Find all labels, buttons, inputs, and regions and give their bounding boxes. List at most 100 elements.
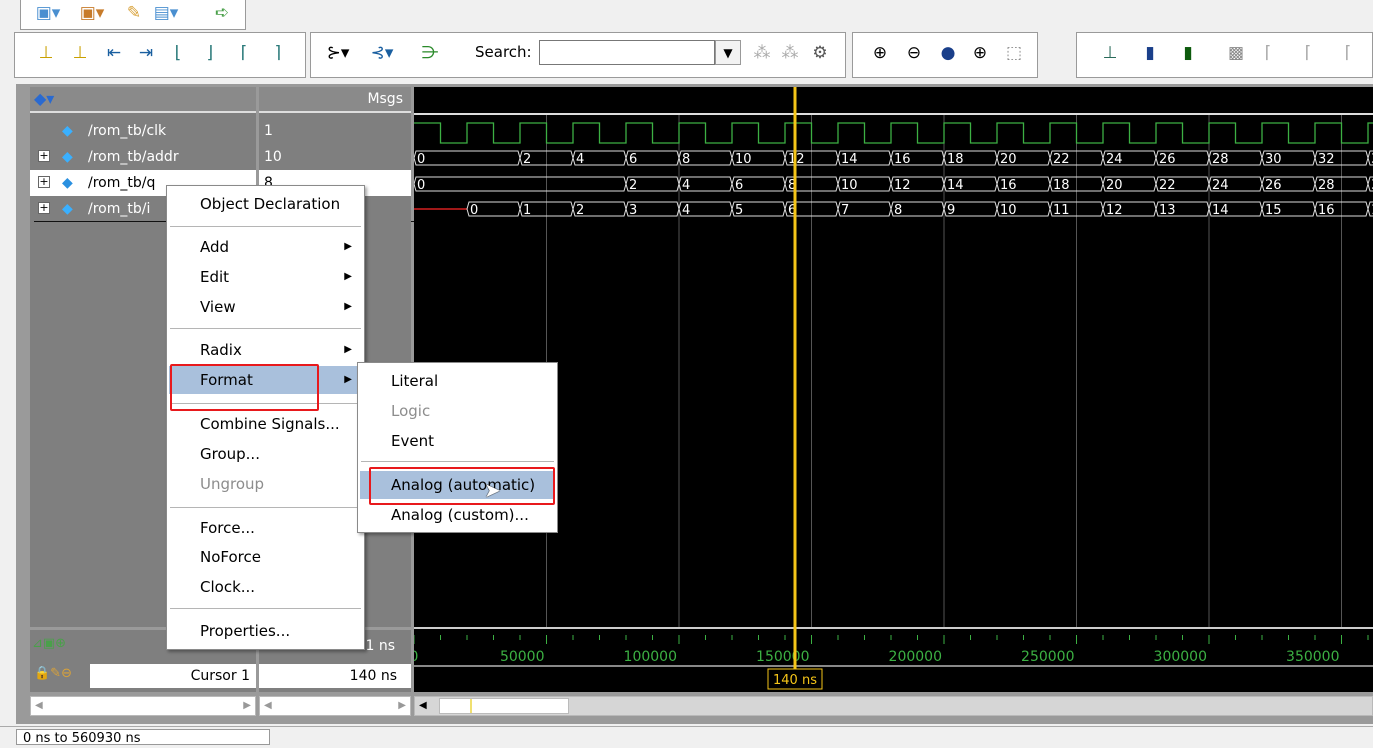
wave-format-fill-icon[interactable]: ▮ (1175, 43, 1201, 63)
menu-item-radix[interactable]: Radix ▶ (169, 336, 362, 364)
submenu-item-literal[interactable]: Literal (360, 367, 555, 395)
add-cursor-icon[interactable]: ⊿▣⊕ (32, 636, 66, 651)
lock-cursor-icon[interactable]: 🔒✎⊖ (34, 666, 72, 681)
signal-name: /rom_tb/addr (88, 149, 179, 165)
menu-item-group[interactable]: Group... (169, 440, 362, 468)
zoom-full-icon[interactable]: ● (935, 43, 961, 63)
bus-value-label: 9 (947, 203, 955, 218)
signal-diamond-icon: ◆ (62, 123, 73, 139)
ruler-label: 250000 (1021, 649, 1074, 665)
ruler-label: 150000 (756, 649, 809, 665)
bus-value-label: 0 (417, 178, 425, 193)
wave-format-line-icon[interactable]: ⊥ (1097, 43, 1123, 63)
menu-item-noforce[interactable]: NoForce (169, 543, 362, 571)
menu-item-add[interactable]: Add ▶ (169, 233, 362, 261)
cursor-name-field[interactable]: Cursor 1 (90, 664, 256, 688)
names-hscrollbar[interactable]: ◀ ▶ (30, 696, 256, 716)
zoom-cursor-icon[interactable]: ⊕ (967, 43, 993, 63)
delete-cursor-icon[interactable]: ⊥ (67, 43, 93, 63)
search-label: Search: (475, 43, 532, 61)
bus-value-label: 28 (1318, 178, 1335, 193)
scroll-thumb[interactable] (439, 698, 569, 714)
prev-edge-icon[interactable]: ⇤ (101, 43, 127, 63)
menu-label: Analog (custom)... (391, 506, 529, 524)
menu-item-combine-signals[interactable]: Combine Signals... (169, 410, 362, 438)
values-hscrollbar[interactable]: ◀ ▶ (259, 696, 411, 716)
collapse-icon[interactable]: ⊰▾ (369, 43, 395, 63)
next-rising-icon[interactable]: ⌉ (265, 43, 291, 63)
bus-value-label: 28 (1212, 152, 1229, 167)
toolbar-cursor: ⊥ ⊥ ⇤ ⇥ ⌊ ⌋ ⌈ ⌉ (14, 32, 306, 78)
bus-value-label: 13 (1159, 203, 1176, 218)
values-header: Msgs (259, 87, 411, 113)
bus-value-label: 2 (523, 152, 531, 167)
search-input[interactable] (539, 40, 715, 65)
bus-value-label: 22 (1159, 178, 1176, 193)
signal-name: /rom_tb/clk (88, 123, 167, 139)
expand-toggle-icon[interactable]: + (38, 176, 50, 188)
menu-separator (361, 461, 554, 462)
search-dropdown-button[interactable]: ▼ (715, 40, 741, 65)
add-wave-icon[interactable]: ▣▾ (35, 3, 61, 23)
menu-item-edit[interactable]: Edit ▶ (169, 263, 362, 291)
zoom-region-icon[interactable]: ⬚ (1001, 43, 1027, 63)
zoom-in-icon[interactable]: ⊕ (867, 43, 893, 63)
find-next-icon[interactable]: ⁂ (777, 43, 803, 63)
menu-item-force[interactable]: Force... (169, 514, 362, 542)
bus-value-label: 14 (841, 152, 858, 167)
ruler-label: 200000 (889, 649, 942, 665)
header-divider (414, 113, 1373, 115)
submenu-arrow-icon: ▶ (344, 374, 352, 385)
msgs-header: Msgs (367, 91, 403, 107)
status-bar: 0 ns to 560930 ns (0, 726, 1373, 746)
bus-value-label: 16 (1000, 178, 1017, 193)
bus-value-label: 6 (629, 152, 637, 167)
signal-row-addr[interactable]: + ◆ /rom_tb/addr (30, 144, 256, 170)
wave-hscrollbar[interactable]: ◀ (414, 696, 1373, 716)
submenu-item-analog-custom[interactable]: Analog (custom)... (360, 501, 555, 529)
ruler-label: 50000 (500, 649, 545, 665)
names-header: ◆▾ (30, 87, 256, 113)
bus-value-label: 11 (1053, 203, 1070, 218)
edge-style3-icon[interactable]: ⌈ (1335, 43, 1361, 63)
bus-value-label: 20 (1000, 152, 1017, 167)
menu-item-object-declaration[interactable]: Object Declaration (169, 190, 362, 218)
insert-divider-icon[interactable]: ⋺ (417, 43, 443, 63)
menu-label: Ungroup (200, 475, 265, 493)
menu-item-clock[interactable]: Clock... (169, 573, 362, 601)
next-edge-icon[interactable]: ⇥ (133, 43, 159, 63)
pattern-icon[interactable]: ▩ (1223, 43, 1249, 63)
signal-row-clk[interactable]: ◆ /rom_tb/clk (30, 118, 256, 144)
format-submenu: Literal Logic Event Analog (automatic) A… (357, 362, 558, 533)
expand-toggle-icon[interactable]: + (38, 150, 50, 162)
edge-style1-icon[interactable]: ⌈ (1255, 43, 1281, 63)
export-icon[interactable]: ➪ (209, 3, 235, 23)
edit-icon[interactable]: ✎ (121, 3, 147, 23)
expand-toggle-icon[interactable]: + (38, 202, 50, 214)
signal-name: /rom_tb/i (88, 201, 151, 217)
menu-item-properties[interactable]: Properties... (169, 617, 362, 645)
find-prev-icon[interactable]: ⁂ (749, 43, 775, 63)
find-settings-icon[interactable]: ⚙ (807, 43, 833, 63)
menu-item-view[interactable]: View ▶ (169, 293, 362, 321)
bus-value-label: 14 (1212, 203, 1229, 218)
next-falling-icon[interactable]: ⌋ (197, 43, 223, 63)
remove-icon[interactable]: ▣▾ (79, 3, 105, 23)
menu-separator (170, 608, 361, 609)
wave-format-box-icon[interactable]: ▮ (1137, 43, 1163, 63)
expand-icon[interactable]: ⊱▾ (325, 43, 351, 63)
prev-rising-icon[interactable]: ⌈ (231, 43, 257, 63)
signal-type-menu-icon[interactable]: ◆▾ (34, 89, 54, 108)
bus-value-label: 10 (735, 152, 752, 167)
cursor-value[interactable]: 140 ns (259, 664, 411, 688)
ruler-label: 100000 (624, 649, 677, 665)
save-icon[interactable]: ▤▾ (153, 3, 179, 23)
insert-cursor-icon[interactable]: ⊥ (33, 43, 59, 63)
toolbar-file: ▣▾ ▣▾ ✎ ▤▾ ➪ (20, 0, 246, 30)
edge-style2-icon[interactable]: ⌈ (1295, 43, 1321, 63)
menu-label: Literal (391, 372, 439, 390)
prev-falling-icon[interactable]: ⌊ (165, 43, 191, 63)
zoom-out-icon[interactable]: ⊖ (901, 43, 927, 63)
submenu-item-event[interactable]: Event (360, 427, 555, 455)
menu-label: Force... (200, 519, 255, 537)
